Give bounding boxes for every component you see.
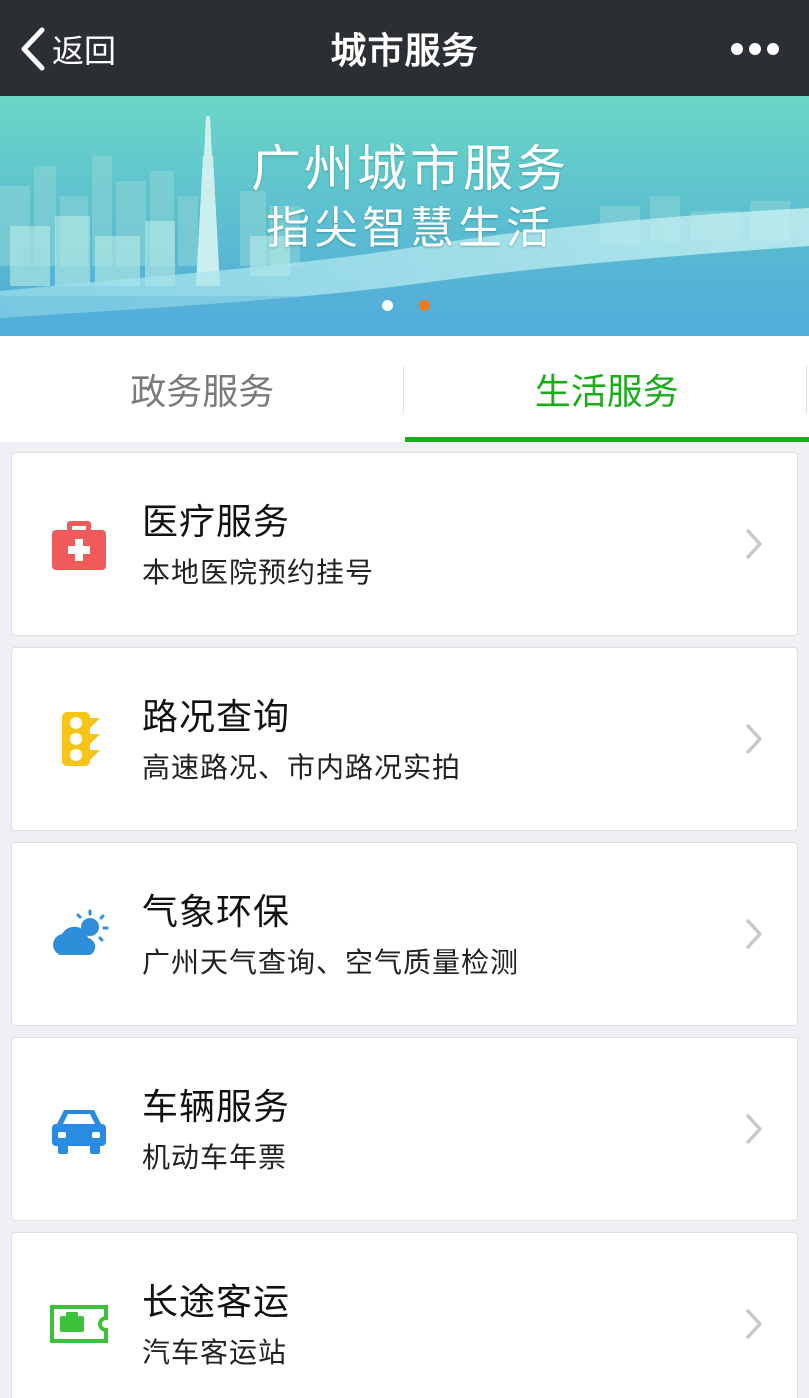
more-dot-icon — [749, 43, 761, 55]
tab-government-services[interactable]: 政务服务 — [0, 336, 405, 442]
banner-line2: 指尖智慧生活 — [266, 203, 554, 254]
car-icon — [48, 1098, 110, 1160]
banner-carousel[interactable]: 广州城市服务 指尖智慧生活 — [0, 96, 809, 336]
page-title: 城市服务 — [330, 31, 479, 72]
banner-slogan: 广州城市服务 指尖智慧生活 — [230, 138, 590, 258]
more-dot-icon — [731, 43, 743, 55]
tab-divider — [403, 366, 404, 414]
weather-cloud-sun-icon — [48, 903, 110, 965]
carousel-dot-1[interactable] — [382, 300, 393, 311]
chevron-left-icon — [21, 27, 45, 71]
more-menu-button[interactable] — [731, 34, 779, 64]
medical-kit-icon — [48, 513, 110, 575]
bus-ticket-icon — [48, 1293, 110, 1355]
service-item-traffic[interactable]: 路况查询 高速路况、市内路况实拍 — [11, 647, 798, 831]
back-label: 返回 — [52, 32, 117, 70]
service-title: 医疗服务 — [142, 502, 291, 543]
service-item-vehicle[interactable]: 车辆服务 机动车年票 — [11, 1037, 798, 1221]
chevron-right-icon — [746, 919, 762, 949]
service-title: 长途客运 — [142, 1282, 291, 1323]
chevron-right-icon — [746, 529, 762, 559]
chevron-right-icon — [746, 1114, 762, 1144]
service-title: 路况查询 — [142, 697, 291, 738]
service-item-weather[interactable]: 气象环保 广州天气查询、空气质量检测 — [11, 842, 798, 1026]
tab-divider — [806, 366, 807, 414]
service-subtitle: 汽车客运站 — [142, 1336, 288, 1369]
carousel-dot-2[interactable] — [419, 300, 430, 311]
tab-life-services[interactable]: 生活服务 — [404, 336, 809, 442]
more-dot-icon — [767, 43, 779, 55]
service-tabs: 政务服务 生活服务 — [0, 336, 809, 442]
service-subtitle: 高速路况、市内路况实拍 — [142, 751, 462, 784]
service-title: 气象环保 — [142, 892, 291, 933]
service-item-coach[interactable]: 长途客运 汽车客运站 — [11, 1232, 798, 1398]
back-button[interactable]: 返回 — [18, 22, 116, 76]
service-title: 车辆服务 — [142, 1087, 291, 1128]
service-item-medical[interactable]: 医疗服务 本地医院预约挂号 — [11, 452, 798, 636]
navigation-bar: 返回 城市服务 — [0, 0, 809, 96]
chevron-right-icon — [746, 1309, 762, 1339]
chevron-right-icon — [746, 724, 762, 754]
service-list: 医疗服务 本地医院预约挂号 路况查询 高速路况、市内路况实拍 气象环保 广州天气… — [11, 452, 798, 1398]
service-subtitle: 机动车年票 — [142, 1141, 288, 1174]
traffic-light-icon — [48, 708, 110, 770]
service-subtitle: 广州天气查询、空气质量检测 — [142, 946, 520, 979]
carousel-indicator — [382, 300, 430, 312]
banner-line1: 广州城市服务 — [251, 140, 569, 198]
service-subtitle: 本地医院预约挂号 — [142, 556, 375, 589]
